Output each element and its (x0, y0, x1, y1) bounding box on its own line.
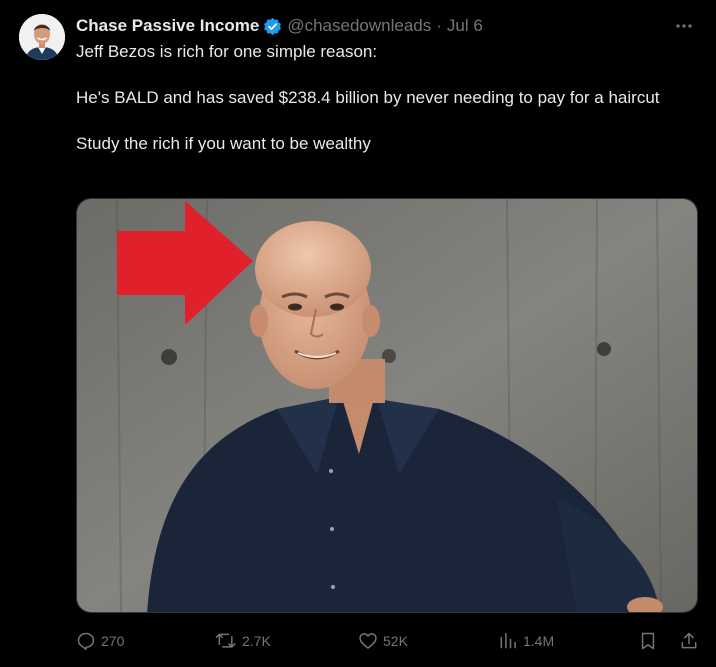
display-name[interactable]: Chase Passive Income (76, 16, 259, 36)
share-icon (681, 632, 697, 649)
tweet[interactable]: Chase Passive Income @chasedownleads · J… (0, 0, 716, 667)
reply-button[interactable]: 270 (76, 627, 124, 655)
tweet-line-2: He's BALD and has saved $238.4 billion b… (76, 88, 660, 107)
user-handle[interactable]: @chasedownleads (287, 16, 431, 36)
tweet-line-3: Study the rich if you want to be wealthy (76, 134, 371, 153)
tweet-date[interactable]: Jul 6 (447, 16, 483, 36)
heart-icon (359, 633, 377, 649)
like-button[interactable]: 52K (358, 627, 408, 655)
views-count: 1.4M (523, 633, 555, 649)
bookmark-icon (641, 632, 655, 650)
tweet-line-1: Jeff Bezos is rich for one simple reason… (76, 42, 378, 61)
like-count: 52K (383, 633, 408, 649)
tweet-image[interactable] (76, 198, 698, 613)
reply-icon (77, 632, 95, 651)
more-options-icon[interactable] (672, 14, 696, 38)
tweet-text: Jeff Bezos is rich for one simple reason… (76, 40, 676, 178)
action-bar: 270 2.7K 52K 1.4M (76, 627, 698, 655)
tweet-header: Chase Passive Income @chasedownleads · J… (76, 14, 483, 38)
separator-dot: · (436, 16, 442, 35)
views-button[interactable]: 1.4M (498, 627, 554, 655)
reply-count: 270 (101, 633, 125, 649)
retweet-count: 2.7K (242, 633, 271, 649)
avatar[interactable] (19, 14, 65, 60)
share-button[interactable] (679, 627, 704, 655)
bookmark-button[interactable] (638, 627, 663, 655)
retweet-icon (215, 633, 236, 648)
retweet-button[interactable]: 2.7K (215, 627, 271, 655)
views-chart-icon (500, 632, 516, 649)
verified-badge-icon[interactable] (263, 17, 282, 36)
